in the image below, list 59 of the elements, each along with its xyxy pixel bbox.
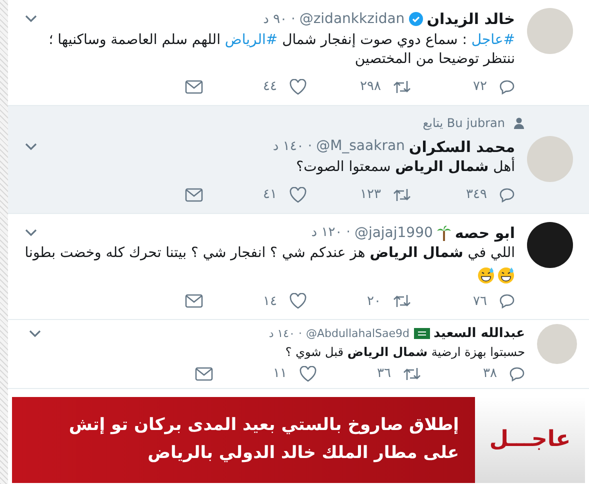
chevron-down-icon[interactable] <box>28 328 42 339</box>
like-count: ١١ <box>273 365 287 383</box>
tweet-time[interactable]: · ١٤٠ د <box>268 326 302 342</box>
chevron-down-icon[interactable] <box>24 14 38 24</box>
tweet-time[interactable]: · ٩٠ د <box>263 10 296 29</box>
tweet-text: اللي في شمال الرياض هز عندكم شي ؟ انفجار شي ؟ بيتنا تحرك كله وخضت بطونا <box>24 244 515 264</box>
user-name[interactable]: خالد الزيدان <box>426 8 515 30</box>
retweet-icon[interactable] <box>393 188 411 202</box>
retweet-icon[interactable] <box>393 80 411 94</box>
retweet-count: ٢٩٨ <box>360 78 381 96</box>
like-count: ٤٤ <box>263 78 277 96</box>
avatar <box>527 8 573 54</box>
reply-count: ٣٨ <box>483 365 497 383</box>
breaking-label: عاجـــل <box>489 426 571 454</box>
heart-icon[interactable] <box>289 293 307 310</box>
follow-context: Bu jubran يتابع <box>422 114 505 132</box>
reply-icon[interactable] <box>499 187 515 203</box>
user-handle[interactable]: @jajaj1990 <box>354 222 433 244</box>
user-name[interactable]: ابو حصه <box>454 222 515 244</box>
mail-icon[interactable] <box>185 294 203 308</box>
retweet-icon[interactable] <box>393 294 411 308</box>
like-count: ١٤ <box>263 292 277 310</box>
tweet-text: #عاجل : سماع دوي صوت إنفجار شمال #الرياض اللهم سلم العاصمة وساكنيها ؛ ننتظر توضيحا من المختصين <box>48 30 515 69</box>
mail-icon[interactable] <box>185 80 203 94</box>
mail-icon[interactable] <box>185 188 203 202</box>
person-icon <box>513 116 525 128</box>
like-count: ٤١ <box>263 186 277 204</box>
heart-icon[interactable] <box>289 78 307 95</box>
reply-count: ٣٤٩ <box>466 186 487 204</box>
user-handle[interactable]: @M_saakran <box>316 136 405 158</box>
retweet-icon[interactable] <box>403 366 421 381</box>
user-handle[interactable]: @zidankkzidan <box>299 8 405 30</box>
reply-icon[interactable] <box>499 78 515 95</box>
heart-icon[interactable] <box>299 366 317 382</box>
tweet-time[interactable]: · ١٤٠ د <box>272 137 312 156</box>
tweet-text: حسبتوا بهزة ارضية شمال الرياض قبل شوي ؟ <box>284 344 525 360</box>
reply-count: ٧٢ <box>473 78 487 96</box>
avatar <box>527 136 573 182</box>
retweet-count: ٢٠ <box>367 292 381 310</box>
retweet-count: ٣٦ <box>377 365 391 383</box>
user-name[interactable]: محمد السكران <box>408 136 515 158</box>
chevron-down-icon[interactable] <box>24 228 38 238</box>
verified-badge-icon <box>408 12 423 26</box>
mail-icon[interactable] <box>195 366 213 381</box>
breaking-headline: إطلاق صاروخ بالستي بعيد المدى بركان تو إتش على مطار الملك خالد الدولي بالرياض <box>68 414 460 464</box>
avatar <box>537 324 577 364</box>
tweet-text: أهل شمال الرياض سمعتوا الصوت؟ <box>295 158 515 177</box>
chevron-down-icon[interactable] <box>24 142 38 152</box>
reply-count: ٧٦ <box>473 292 487 310</box>
reply-icon[interactable] <box>509 366 525 382</box>
avatar <box>527 222 573 268</box>
user-name[interactable]: عبدالله السعيد <box>434 324 525 344</box>
flag-icon <box>414 328 430 340</box>
user-handle[interactable]: @AbdullahalSae9d <box>306 326 410 342</box>
palm-tree-icon <box>436 225 451 241</box>
heart-icon[interactable] <box>289 187 307 203</box>
tweet-time[interactable]: · ١٢٠ د <box>311 223 350 243</box>
reply-icon[interactable] <box>499 293 515 310</box>
retweet-count: ١٢٣ <box>360 186 381 204</box>
